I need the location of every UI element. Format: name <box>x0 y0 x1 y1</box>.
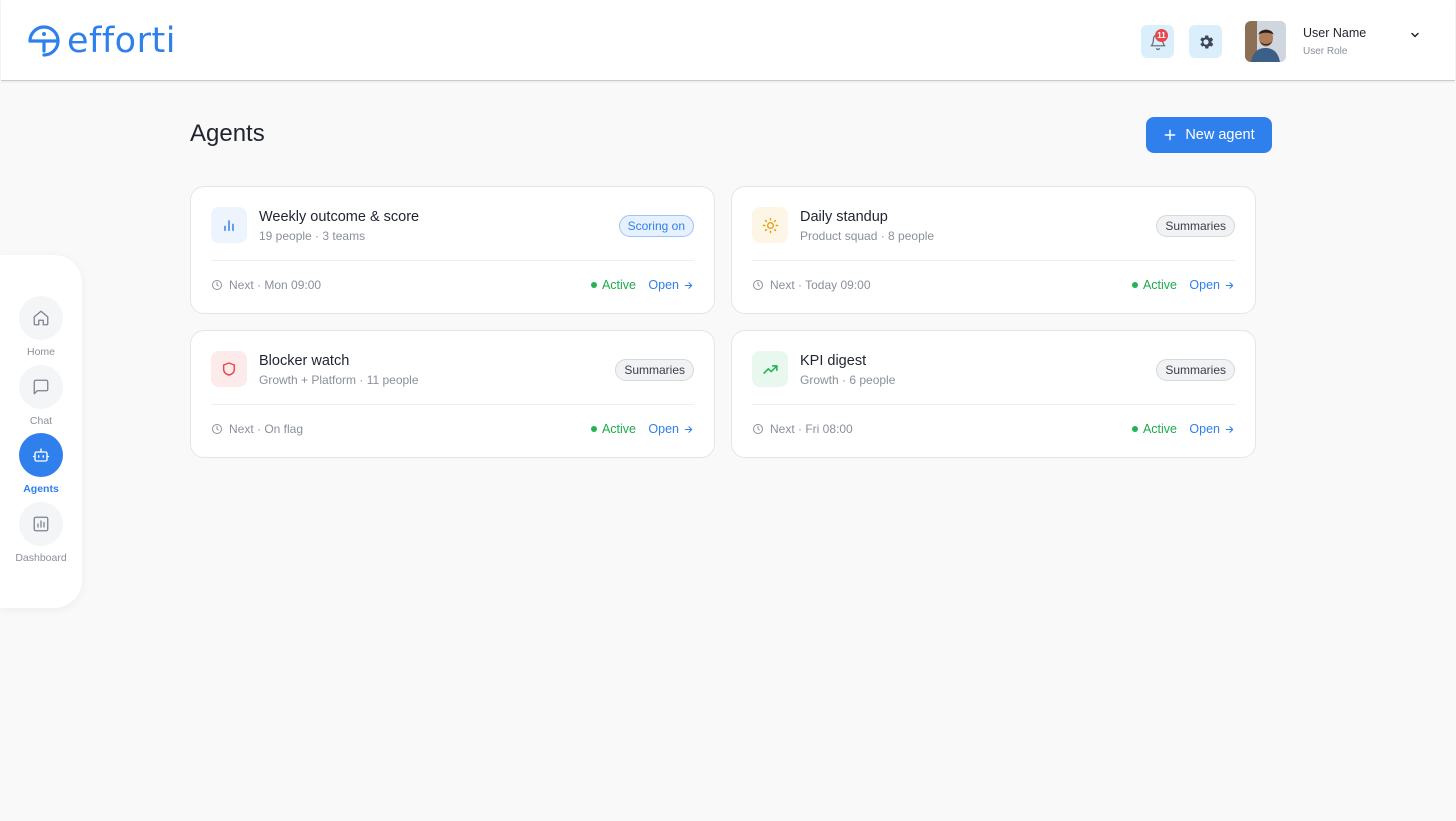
arrow-right-icon <box>1225 281 1234 289</box>
card-divider <box>752 260 1235 261</box>
agent-card-tag: Summaries <box>615 359 694 381</box>
robot-icon <box>32 448 50 462</box>
arrow-right-icon <box>684 281 693 289</box>
home-icon <box>33 310 49 326</box>
user-avatar[interactable] <box>1245 21 1286 62</box>
agent-card-icon <box>211 207 247 243</box>
user-name[interactable]: User Name <box>1303 26 1366 40</box>
brand-name: efforti <box>67 21 176 61</box>
plus-icon <box>1164 129 1176 141</box>
shield-icon <box>222 362 236 376</box>
sidebar-item-label: Chat <box>29 415 53 427</box>
status-text: Active <box>601 278 636 292</box>
agent-card-status: Active <box>1131 422 1177 436</box>
agent-card-tag: Scoring on <box>618 215 694 237</box>
next-run-text: Next · Mon 09:00 <box>229 278 322 292</box>
agent-card-icon <box>752 351 788 387</box>
clock-icon <box>212 424 222 434</box>
agent-card-weekly-outcome[interactable]: Weekly outcome & score 19 people · 3 tea… <box>190 186 715 314</box>
agent-card-subtitle: Growth · 6 people <box>800 373 896 387</box>
clock-icon <box>212 280 222 290</box>
agent-card-subtitle: Product squad · 8 people <box>800 229 935 243</box>
sidebar-item-dashboard[interactable]: Dashboard <box>0 502 82 564</box>
agent-card-title: Blocker watch <box>259 353 350 369</box>
agent-card-title: Daily standup <box>800 209 888 225</box>
arrow-right-icon <box>684 425 693 433</box>
arrow-right-icon <box>1225 425 1234 433</box>
page-title: Agents <box>190 120 265 147</box>
new-agent-button[interactable]: New agent <box>1146 117 1272 153</box>
sidebar-item-dashboard-icon-wrap <box>19 502 63 546</box>
bar-chart-icon <box>224 220 234 232</box>
user-menu-toggle[interactable] <box>1409 28 1421 46</box>
sun-icon <box>762 217 778 233</box>
agent-card-open-link[interactable]: Open <box>648 422 694 436</box>
agent-card-next-run: Next · Today 09:00 <box>752 278 871 292</box>
chevron-down-icon <box>1411 32 1419 38</box>
agent-card-open-link[interactable]: Open <box>1189 278 1235 292</box>
status-dot <box>1131 282 1138 288</box>
open-link-label: Open <box>648 422 679 436</box>
chat-icon <box>33 379 49 395</box>
agent-card-subtitle: 19 people · 3 teams <box>259 229 366 243</box>
sidebar-item-agents[interactable]: Agents <box>0 433 82 495</box>
logo-mark-icon <box>28 25 60 57</box>
notifications-button[interactable]: 11 <box>1141 25 1174 58</box>
card-divider <box>211 260 694 261</box>
agent-card-subtitle: Growth + Platform · 11 people <box>259 373 419 387</box>
agent-card-icon <box>211 351 247 387</box>
agent-card-next-run: Next · On flag <box>211 422 303 436</box>
next-run-text: Next · Today 09:00 <box>770 278 871 292</box>
agent-card-status: Active <box>590 278 636 292</box>
bar-chart-icon <box>33 516 49 532</box>
agent-card-blocker-watch[interactable]: Blocker watch Growth + Platform · 11 peo… <box>190 330 715 458</box>
agent-card-title: Weekly outcome & score <box>259 209 420 225</box>
status-text: Active <box>601 422 636 436</box>
next-run-text: Next · Fri 08:00 <box>770 422 853 436</box>
settings-button[interactable] <box>1189 25 1222 58</box>
sidebar-item-chat[interactable]: Chat <box>0 365 82 427</box>
agent-card-open-link[interactable]: Open <box>648 278 694 292</box>
agent-card-tag: Summaries <box>1156 215 1235 237</box>
gear-icon <box>1199 34 1213 49</box>
agent-card-daily-standup[interactable]: Daily standup Product squad · 8 people S… <box>731 186 1256 314</box>
sidebar-item-label: Dashboard <box>15 552 67 564</box>
user-role: User Role <box>1303 46 1348 57</box>
sidebar-item-home-icon-wrap <box>19 296 63 340</box>
sidebar-item-chat-icon-wrap <box>19 365 63 409</box>
open-link-label: Open <box>648 278 679 292</box>
sidebar-item-home[interactable]: Home <box>0 296 82 358</box>
open-link-label: Open <box>1189 278 1220 292</box>
sidebar-item-label: Agents <box>23 483 59 495</box>
trending-up-icon <box>762 364 778 374</box>
card-divider <box>211 404 694 405</box>
status-text: Active <box>1142 422 1177 436</box>
agent-card-open-link[interactable]: Open <box>1189 422 1235 436</box>
card-divider <box>752 404 1235 405</box>
status-dot <box>590 426 597 432</box>
open-link-label: Open <box>1189 422 1220 436</box>
clock-icon <box>753 280 763 290</box>
agent-card-icon <box>752 207 788 243</box>
agent-card-title: KPI digest <box>800 353 867 369</box>
status-dot <box>1131 426 1138 432</box>
sidebar-item-agents-icon-wrap <box>19 433 63 477</box>
sidebar-item-label: Home <box>26 346 55 358</box>
next-run-text: Next · On flag <box>229 422 304 436</box>
clock-icon <box>753 424 763 434</box>
agent-card-status: Active <box>590 422 636 436</box>
agent-card-status: Active <box>1131 278 1177 292</box>
status-dot <box>590 282 597 288</box>
new-agent-label: New agent <box>1185 127 1255 143</box>
agent-card-next-run: Next · Mon 09:00 <box>211 278 321 292</box>
avatar-photo <box>1245 21 1286 62</box>
agent-card-kpi-digest[interactable]: KPI digest Growth · 6 people Summaries N… <box>731 330 1256 458</box>
agent-card-tag: Summaries <box>1156 359 1235 381</box>
notification-count-badge: 11 <box>1155 29 1168 42</box>
top-bar: efforti 11 User Name User Role <box>1 0 1455 81</box>
brand-logo[interactable]: efforti <box>27 21 176 61</box>
status-text: Active <box>1142 278 1177 292</box>
agent-card-next-run: Next · Fri 08:00 <box>752 422 853 436</box>
sidebar-nav: Home Chat Agents Dashboard <box>0 255 82 608</box>
